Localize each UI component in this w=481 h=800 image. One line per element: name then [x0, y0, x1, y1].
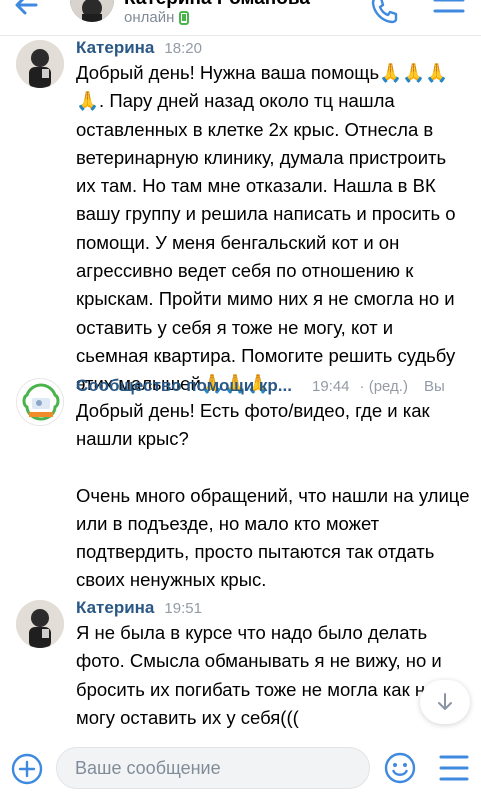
menu-icon [439, 755, 469, 781]
emoji-button[interactable] [383, 751, 417, 785]
message-time: 19:44 [311, 378, 350, 395]
call-button[interactable] [368, 0, 400, 26]
community-avatar[interactable] [16, 378, 64, 426]
message-paragraph: Очень много обращений, что нашли на улиц… [76, 484, 470, 591]
menu-button[interactable] [438, 753, 470, 783]
arrow-down-icon [438, 693, 452, 710]
message-paragraph: Добрый день! Нужна ваша помощь🙏🙏🙏🙏. Пару… [76, 62, 456, 395]
author-name[interactable]: Катерина [76, 598, 154, 618]
message-header: Катерина 18:20 [76, 38, 202, 58]
attach-button[interactable] [10, 752, 44, 786]
author-avatar[interactable] [16, 600, 64, 648]
author-avatar[interactable] [16, 40, 64, 88]
edited-label: · (ред.) [359, 378, 408, 395]
chat-header: Катерина Романова онлайн [0, 0, 481, 36]
contact-status: онлайн [124, 9, 190, 26]
message-paragraph: Добрый день! Есть фото/видео, где и как … [76, 400, 430, 450]
message-input[interactable]: Ваше сообщение [56, 747, 370, 789]
author-name[interactable]: Сообщество помощи кр... [76, 376, 292, 396]
message-text: Добрый день! Нужна ваша помощь🙏🙏🙏🙏. Пару… [76, 59, 470, 399]
more-icon [433, 0, 465, 13]
status-text: онлайн [124, 9, 175, 26]
message-input-placeholder: Ваше сообщение [75, 758, 221, 778]
sender-label: Вы [423, 378, 445, 395]
message-text: Добрый день! Есть фото/видео, где и как … [76, 397, 470, 595]
message-time: 18:20 [164, 40, 202, 57]
more-button[interactable] [432, 0, 466, 26]
message-header: Сообщество помощи кр... 19:44 · (ред.) В… [76, 376, 445, 396]
message-composer: Ваше сообщение [0, 740, 481, 800]
phone-icon [371, 0, 398, 24]
message-header: Катерина 19:51 [76, 598, 202, 618]
online-phone-icon [179, 10, 190, 25]
message-paragraph: Я не была в курсе что надо было делать ф… [76, 622, 442, 728]
scroll-to-bottom-button[interactable] [420, 680, 470, 724]
emoji-icon [384, 752, 416, 784]
back-button[interactable] [14, 0, 44, 26]
back-arrow-icon [15, 0, 38, 15]
contact-avatar[interactable] [70, 0, 114, 22]
author-name[interactable]: Катерина [76, 38, 154, 58]
message-text: Я не была в курсе что надо было делать ф… [76, 619, 446, 732]
message-time: 19:51 [164, 600, 202, 617]
plus-icon [11, 753, 43, 785]
